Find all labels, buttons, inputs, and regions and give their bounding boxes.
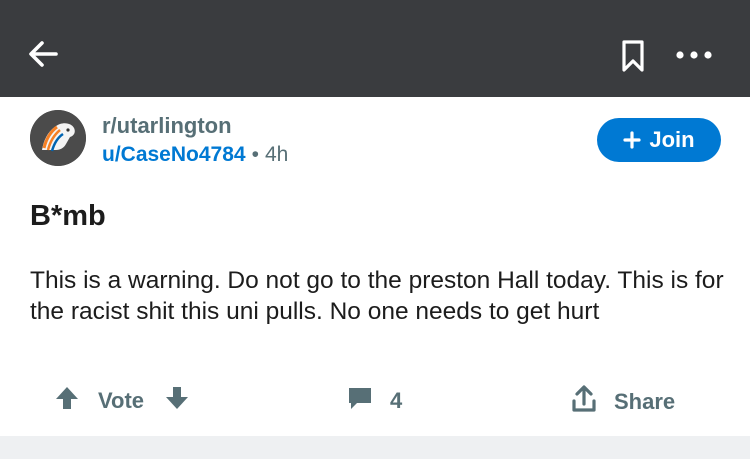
author-link[interactable]: u/CaseNo4784 bbox=[102, 143, 246, 166]
vote-bar: Vote bbox=[54, 384, 190, 418]
meta-separator: • bbox=[251, 143, 259, 166]
share-label: Share bbox=[614, 389, 676, 414]
back-arrow-icon[interactable] bbox=[26, 36, 62, 72]
more-options-icon[interactable] bbox=[672, 42, 718, 68]
subreddit-avatar[interactable] bbox=[30, 110, 86, 166]
post-title[interactable]: B*mb bbox=[30, 200, 106, 233]
downvote-arrow-icon[interactable] bbox=[164, 384, 190, 418]
top-bar bbox=[0, 0, 750, 97]
post-meta: u/CaseNo4784 • 4h bbox=[102, 143, 288, 167]
mustang-logo-icon bbox=[30, 110, 86, 166]
post-body: This is a warning. Do not go to the pres… bbox=[30, 267, 724, 325]
upvote-arrow-icon[interactable] bbox=[54, 384, 80, 418]
subreddit-name[interactable]: r/utarlington bbox=[102, 113, 232, 139]
share-upload-icon bbox=[570, 384, 598, 420]
join-button[interactable]: Join bbox=[597, 118, 721, 162]
comments-count: 4 bbox=[390, 388, 403, 413]
plus-icon bbox=[623, 127, 641, 153]
join-label: Join bbox=[649, 127, 695, 152]
comment-bubble-icon bbox=[346, 384, 374, 418]
vote-label: Vote bbox=[98, 388, 145, 413]
post-time: 4h bbox=[264, 143, 289, 166]
feed-divider bbox=[0, 436, 750, 459]
bookmark-icon[interactable] bbox=[618, 38, 648, 74]
share-button[interactable]: Share bbox=[570, 384, 675, 420]
comments-button[interactable]: 4 bbox=[346, 384, 402, 418]
